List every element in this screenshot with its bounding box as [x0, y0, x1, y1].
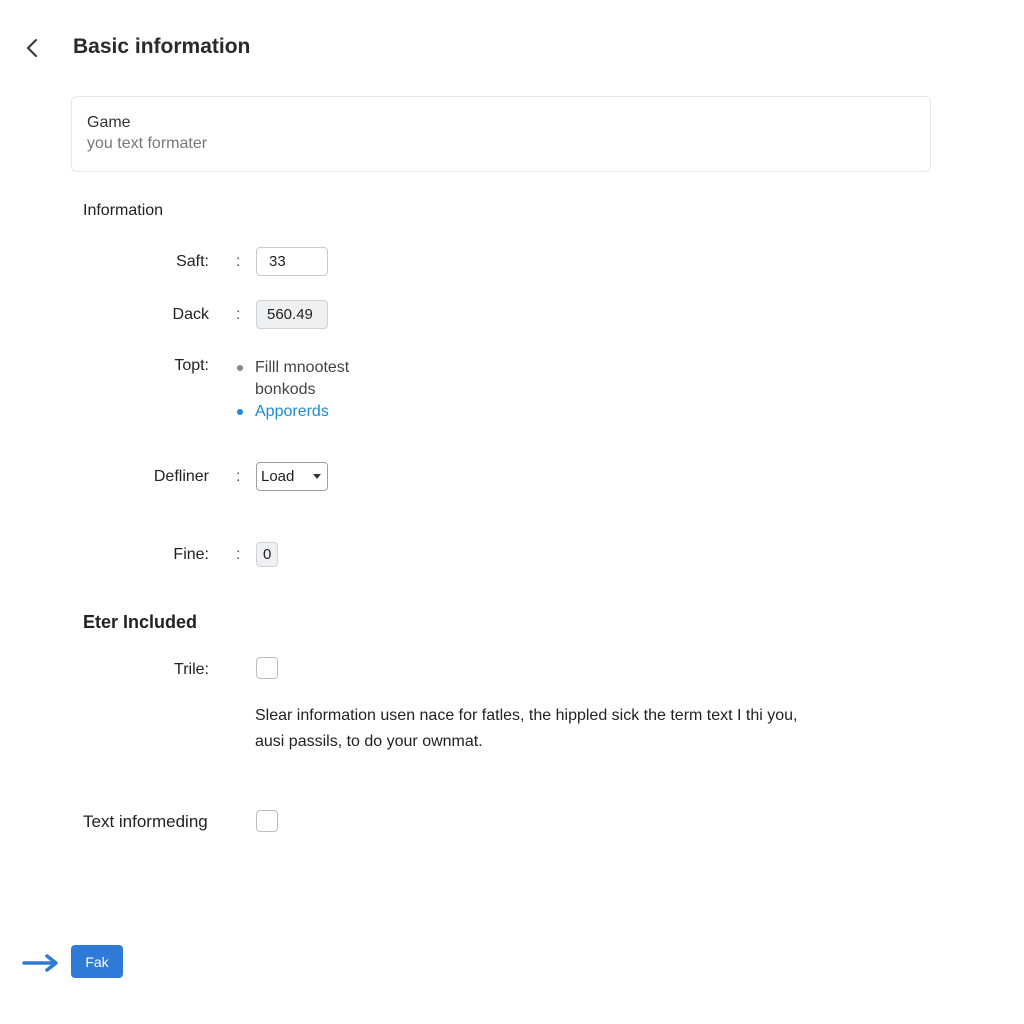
list-item: Filll mnootest bonkods [236, 357, 349, 401]
bullet-icon [237, 409, 243, 415]
arrow-right-icon [22, 954, 58, 972]
bullet-icon [237, 365, 243, 371]
list-item[interactable]: Apporerds [236, 401, 349, 423]
dack-label: Dack [172, 306, 209, 323]
dack-colon: : [236, 306, 241, 323]
apporerds-link[interactable]: Apporerds [255, 401, 329, 423]
dack-value: 560.49 [256, 300, 328, 329]
topt-item-line: bonkods [255, 381, 316, 398]
fine-label: Fine: [173, 546, 209, 563]
information-heading: Information [83, 202, 164, 219]
fine-colon: : [236, 546, 241, 563]
saft-input[interactable]: 33 [256, 247, 328, 276]
topt-label: Topt: [174, 357, 209, 374]
saft-label: Saft: [176, 253, 209, 270]
topt-item-line: Filll mnootest [255, 359, 350, 376]
definer-label: Defliner [153, 468, 209, 485]
text-informeding-checkbox[interactable] [256, 810, 278, 832]
game-card-subtitle: you text formater [87, 135, 208, 152]
topt-list: Filll mnootest bonkods Apporerds [236, 357, 349, 423]
game-card[interactable]: Game you text formater [71, 96, 931, 172]
definer-select[interactable]: Load [256, 462, 328, 491]
game-card-title: Game [87, 114, 131, 131]
help-text: Slear information usen nace for fatles, … [255, 703, 915, 755]
eter-included-heading: Eter Included [83, 612, 198, 632]
caret-down-icon [313, 474, 321, 479]
chevron-left-icon [27, 39, 37, 57]
trile-checkbox[interactable] [256, 657, 278, 679]
definer-selected-value: Load [261, 468, 295, 485]
back-button[interactable] [20, 36, 44, 60]
help-text-line: ausi passils, to do your ownmat. [255, 733, 483, 750]
fine-value: 0 [256, 542, 279, 567]
fak-button[interactable]: Fak [71, 945, 123, 978]
trile-label: Trile: [174, 661, 209, 678]
page-title: Basic information [73, 35, 251, 58]
text-informeding-label: Text informeding [83, 812, 208, 831]
saft-colon: : [236, 253, 241, 270]
definer-colon: : [236, 468, 241, 485]
help-text-line: Slear information usen nace for fatles, … [255, 707, 798, 724]
